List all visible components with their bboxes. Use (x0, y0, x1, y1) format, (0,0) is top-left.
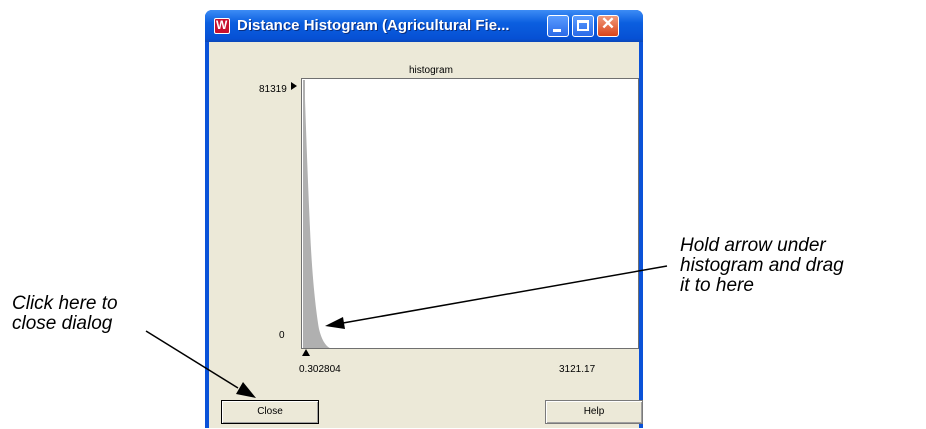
drag-callout-arrowhead (325, 317, 345, 329)
close-callout-arrowhead (236, 382, 256, 398)
close-callout-line (145, 330, 239, 389)
callout-arrows (145, 265, 668, 398)
drag-callout-line (342, 265, 668, 324)
